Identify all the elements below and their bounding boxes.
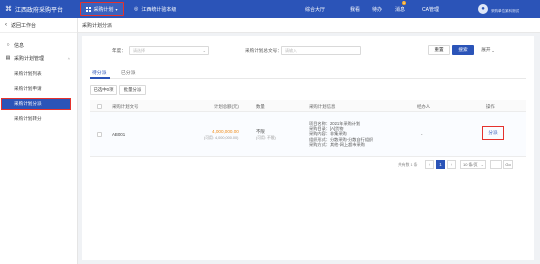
sidebar-item-label: 采购计划管理 bbox=[14, 55, 45, 62]
expand-button[interactable]: 展开 ⌄ bbox=[479, 45, 497, 55]
sidebar-subitem-plan-transfer[interactable]: 采购计划转分 bbox=[0, 114, 78, 124]
main-panel: 年度： 请选择 ⌄ 采购计划总文号： 请输入 重置 搜索 展开 ⌄ 待分派 已分… bbox=[82, 36, 534, 260]
chevron-down-icon: ⌄ bbox=[491, 47, 495, 53]
selected-count: 已选中0项 bbox=[90, 85, 117, 95]
expand-label: 展开 bbox=[481, 47, 491, 52]
plan-no-placeholder: 请输入 bbox=[285, 48, 297, 53]
location-pin-icon: ◎ bbox=[134, 6, 139, 12]
page-size-label: 10 条/页 bbox=[463, 162, 478, 167]
back-label: 返回工作台 bbox=[11, 22, 37, 29]
nav-ca-management[interactable]: CA管理 bbox=[422, 6, 439, 13]
chevron-left-icon: ‹ bbox=[428, 162, 431, 167]
grid-icon bbox=[86, 6, 92, 12]
sidebar-subitem-label: 采购计划申请 bbox=[14, 86, 42, 91]
chevron-right-icon: › bbox=[450, 162, 453, 167]
tab-assigned[interactable]: 已分派 bbox=[121, 69, 135, 76]
logo-icon: ⌘ bbox=[5, 6, 12, 13]
row-quantity: 不限 bbox=[256, 129, 265, 134]
nav-todo[interactable]: 待办 bbox=[372, 6, 382, 13]
chevron-down-icon: ⌄ bbox=[202, 48, 206, 53]
plan-no-input[interactable]: 请输入 bbox=[281, 46, 361, 55]
th-plan-no: 采购计划文号 bbox=[112, 103, 139, 109]
next-page-button[interactable]: › bbox=[447, 160, 456, 169]
row-plan-info: 项目名称：2021年采购计划 采购目录：[A]货物 采购内容：非集采购 组织形式… bbox=[309, 121, 373, 147]
info-method: 采购方式：其他-网上超市采购 bbox=[309, 141, 365, 147]
user-avatar[interactable]: ● bbox=[478, 4, 488, 14]
chevron-left-icon: ‹ bbox=[5, 22, 7, 28]
plan-no-label: 采购计划总文号： bbox=[245, 48, 282, 53]
sidebar-subitem-plan-assign[interactable]: 采购计划分派 bbox=[1, 98, 71, 110]
year-select[interactable]: 请选择 ⌄ bbox=[129, 46, 209, 55]
user-name[interactable]: 采购单位某科测试 bbox=[491, 9, 519, 14]
sidebar-subitem-plan-list[interactable]: 采购计划列表 bbox=[0, 69, 78, 79]
row-amount-available: (可用: 4,000,000.00) bbox=[204, 136, 239, 140]
goto-page-input[interactable] bbox=[490, 160, 502, 169]
row-checkbox[interactable] bbox=[97, 132, 102, 137]
sidebar: ‹ 返回工作台 ○ 信息 ▤ 采购计划管理 ˄ 采购计划列表 采购计划申请 采购… bbox=[0, 18, 78, 264]
th-plan-info: 采购计划信息 bbox=[309, 103, 336, 109]
goto-page-button[interactable]: Go bbox=[503, 160, 513, 169]
sidebar-item-info[interactable]: ○ 信息 bbox=[0, 40, 78, 50]
year-placeholder: 请选择 bbox=[133, 48, 145, 53]
sidebar-subitem-label: 采购计划转分 bbox=[14, 116, 42, 121]
page-1-button[interactable]: 1 bbox=[436, 160, 445, 169]
brand[interactable]: ⌘ 江西政府采购平台 bbox=[0, 5, 78, 14]
assign-link[interactable]: 分派 bbox=[488, 130, 497, 136]
nav-messages[interactable]: 消息 bbox=[395, 6, 405, 13]
batch-assign-button[interactable]: 批量分派 bbox=[119, 85, 146, 95]
page-tab-strip: 采购计划分派 bbox=[78, 18, 540, 33]
assign-action-highlight: 分派 bbox=[482, 126, 504, 140]
nav-mine[interactable]: 我看 bbox=[350, 6, 360, 13]
row-amount: 4,000,000.00 bbox=[212, 129, 239, 134]
tab-pending[interactable]: 待分派 bbox=[92, 69, 106, 76]
row-handler: - bbox=[421, 132, 423, 137]
pagination: 共有数 1 条 ‹ 1 › 10 条/页 ⌄ Go bbox=[82, 160, 534, 170]
row-quantity-available: (可用: 不限) bbox=[256, 136, 276, 140]
page-tab-plan-assign[interactable]: 采购计划分派 bbox=[82, 22, 112, 29]
module-switcher-button[interactable]: 采购计划 ▾ bbox=[80, 2, 124, 16]
info-circle-icon: ○ bbox=[6, 42, 10, 48]
table-row: AB001 4,000,000.00 (可用: 4,000,000.00) 不限… bbox=[90, 112, 526, 157]
sidebar-item-plan-management[interactable]: ▤ 采购计划管理 ˄ bbox=[0, 53, 78, 63]
message-badge: 1 bbox=[402, 1, 406, 5]
search-button[interactable]: 搜索 bbox=[452, 45, 474, 55]
region-selector[interactable]: ◎ 江西统计验本级 bbox=[134, 0, 176, 18]
row-plan-no: AB001 bbox=[112, 132, 126, 137]
app-title: 江西政府采购平台 bbox=[15, 7, 64, 14]
sidebar-subitem-label: 采购计划列表 bbox=[14, 71, 42, 76]
caret-down-icon: ▾ bbox=[115, 6, 118, 12]
th-quantity: 数量 bbox=[256, 103, 265, 109]
th-handler: 经办人 bbox=[417, 103, 431, 109]
table-header: 采购计划文号 计划总额(元) 数量 采购计划信息 经办人 操作 bbox=[90, 100, 526, 112]
chevron-down-icon: ⌄ bbox=[480, 162, 484, 167]
sidebar-item-label: 信息 bbox=[14, 42, 25, 49]
top-bar: ⌘ 江西政府采购平台 采购计划 ▾ ◎ 江西统计验本级 综合大厅 我看 待办 消… bbox=[0, 0, 540, 18]
active-tab-indicator bbox=[90, 77, 110, 79]
total-count: 共有数 1 条 bbox=[398, 162, 418, 167]
module-label: 采购计划 bbox=[93, 6, 114, 13]
nav-hall[interactable]: 综合大厅 bbox=[305, 6, 325, 13]
document-icon: ▤ bbox=[5, 55, 11, 61]
prev-page-button[interactable]: ‹ bbox=[425, 160, 434, 169]
back-to-workbench[interactable]: ‹ 返回工作台 bbox=[0, 18, 77, 33]
select-all-checkbox[interactable] bbox=[97, 103, 102, 109]
year-label: 年度： bbox=[112, 48, 126, 53]
region-label: 江西统计验本级 bbox=[141, 6, 177, 13]
sidebar-subitem-label: 采购计划分派 bbox=[14, 101, 42, 106]
status-tabs: 待分派 已分派 bbox=[90, 67, 526, 79]
sidebar-subitem-plan-apply[interactable]: 采购计划申请 bbox=[0, 84, 78, 94]
th-operation: 操作 bbox=[486, 103, 495, 109]
user-icon: ● bbox=[481, 6, 485, 12]
caret-up-icon: ˄ bbox=[67, 55, 70, 61]
reset-button[interactable]: 重置 bbox=[428, 45, 450, 55]
th-amount: 计划总额(元) bbox=[214, 103, 239, 109]
page-size-select[interactable]: 10 条/页 ⌄ bbox=[460, 160, 486, 169]
